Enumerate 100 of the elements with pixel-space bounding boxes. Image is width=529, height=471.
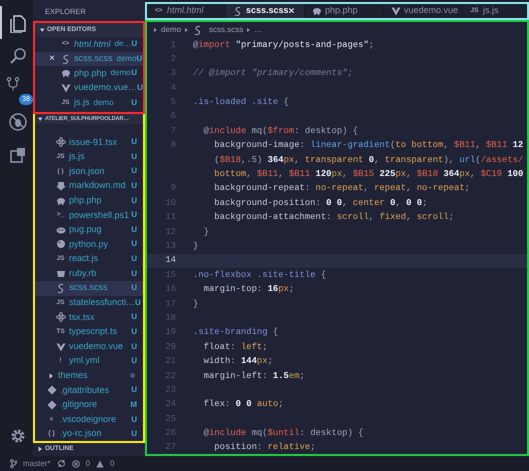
line-number: 26 [164,427,176,440]
collapsed-caret-icon[interactable] [48,372,54,379]
file-name: ruby.rb [69,266,96,280]
line-number: 13 [164,240,176,253]
git-status: U [131,150,138,163]
elephant-icon [56,196,66,206]
git-status: U [131,238,138,250]
line-number: 3 [170,67,176,80]
code-line: @include mq($from: desktop) { [202,124,358,138]
line-number: 17 [164,298,176,311]
collapsed-caret-icon[interactable] [37,446,43,452]
open-editor-item[interactable]: vuedemo.vue…U [35,80,143,96]
file-name: themes [58,369,88,382]
code-line: width: 144px; [202,355,273,368]
files-icon[interactable] [8,12,28,32]
file-item[interactable]: python.py U [35,237,143,252]
line-number: 20 [164,340,176,354]
close-icon[interactable]: × [47,51,57,66]
code-line: @include mq($until: desktop) { [202,427,364,440]
editor-tab[interactable]: scss.scss× [226,4,305,18]
git-status: U [131,209,138,222]
file-name: yml.yml [69,354,100,368]
error-count[interactable]: 0 [86,458,90,470]
editor-tab[interactable]: vuedemo.vue [384,4,463,18]
git-status: U [131,165,138,178]
file-name: vuedemo.vue… [74,81,138,94]
tab-label: php.php [325,4,358,18]
expanded-caret-icon[interactable] [37,116,43,122]
git-status: U [131,282,138,294]
code-line: margin-left: 1.5em; [202,370,305,382]
line-number: 23 [164,384,176,397]
file-name: .gitattributes [60,384,110,397]
file-name: .vscodeignore [60,412,116,426]
code-line: position: relative; [213,441,316,454]
tab-label: js.js [483,4,498,18]
git-status: U [131,414,138,426]
bug-icon[interactable] [8,112,28,132]
open-editor-item[interactable]: php.php demoU [35,66,143,81]
code-line: .is-loaded .site { [193,96,289,110]
search-icon[interactable] [8,46,28,66]
line-number: 21 [164,355,176,368]
file-name: php.php [74,66,107,80]
git-status: U [131,340,138,353]
tab-label: vuedemo.vue [404,4,458,18]
file-item[interactable]: markdown.md U [35,178,143,194]
elephant-icon [60,68,70,78]
file-name: statelessfuncti… [69,296,136,310]
breadcrumb-item[interactable]: … [254,24,262,36]
open-editor-item[interactable]: × scss.scss demoU [35,52,143,66]
gem-icon [56,268,66,279]
folder-hint: demo [116,52,137,65]
sync-icon[interactable] [56,459,66,468]
s-curve-icon [56,283,66,294]
close-icon[interactable]: × [288,4,294,18]
file-item[interactable]: .gitignore M [35,398,143,412]
git-status: U [131,268,138,280]
line-number: 1 [170,38,176,52]
file-item[interactable]: php.php U [35,193,143,208]
expanded-caret-icon[interactable] [39,27,45,33]
elephant-icon [312,6,322,16]
git-status: U [131,67,138,80]
editor-tab[interactable]: php.php [305,4,384,18]
git-status: U [131,194,138,207]
s-curve-icon [192,25,203,35]
file-item[interactable]: .gitattributes U [35,383,143,398]
line-number: 6 [170,110,176,124]
tab-label: html.html [167,4,204,18]
file-item[interactable]: scss.scss U [35,280,143,296]
warning-count[interactable]: 0 [110,458,114,470]
git-status: U [131,96,138,109]
file-item[interactable]: pug.pug U [35,222,143,238]
git-status: U [131,180,138,192]
git-status: U [131,384,138,396]
git-status: U [131,38,138,50]
file-item[interactable]: ruby.rb U [35,266,143,281]
code-line: } [202,226,209,239]
line-number: 16 [164,283,176,296]
v-shape-icon [390,6,400,16]
line-number: 27 [164,441,176,454]
line-number: 18 [164,312,176,325]
code-line: margin-top: 16px; [202,283,294,296]
file-item[interactable]: vuedemo.vue U [35,339,143,354]
file-name: powershell.ps1 [69,208,130,222]
chevron-icon [153,27,158,33]
branch-name[interactable]: master* [23,458,51,470]
file-name: html.html [74,38,111,51]
git-status: U [135,296,142,309]
line-number: 12 [164,226,176,239]
code-line: background-image: linear-gradient(to bottom, $B11, $B11 12 [213,139,524,152]
source-control-icon[interactable] [4,76,20,92]
file-name: scss.scss [74,52,113,66]
file-item[interactable]: issue-91.tsx U [35,135,143,150]
folder-item[interactable]: themes [35,368,143,384]
file-name: vuedemo.vue [69,340,124,353]
v-shape-icon [56,342,66,352]
file-item[interactable]: tsx.tsx U [35,310,143,325]
breadcrumb-item[interactable]: scss.scss [209,24,244,36]
breadcrumb-item[interactable]: demo [161,24,182,36]
file-name: markdown.md [69,179,126,192]
line-number: 11 [164,211,176,224]
